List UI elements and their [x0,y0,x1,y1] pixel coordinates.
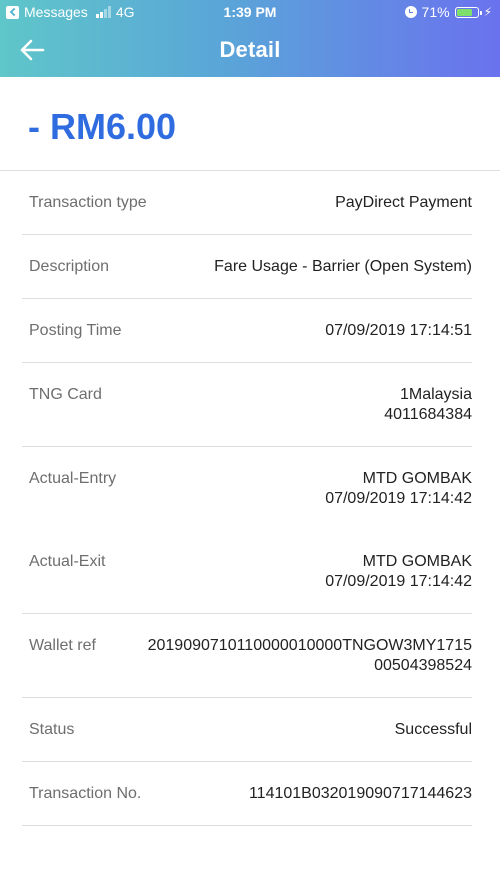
battery-icon [454,6,482,18]
detail-value: PayDirect Payment [335,193,472,213]
detail-value-line: Fare Usage - Barrier (Open System) [214,258,472,275]
detail-row: Transaction No. 114101B032019090717144623 [22,762,472,826]
header-bar: Messages 4G 1:39 PM 71% ⚡ Detail [0,0,500,77]
detail-label: Actual-Exit [29,553,106,570]
navigation-bar: Detail [0,26,500,77]
alarm-icon [404,6,417,18]
detail-list: Transaction type PayDirect Payment Descrip… [0,171,500,826]
detail-value: 07/09/2019 17:14:51 [325,321,472,341]
detail-value-line: 4011684384 [384,406,472,423]
detail-value-line: 1Malaysia [399,386,472,403]
detail-value-line: 07/09/2019 17:14:51 [325,322,472,339]
charging-icon: ⚡ [483,5,492,19]
detail-label: Posting Time [29,322,122,339]
detail-value-line: MTD GOMBAK [362,470,472,487]
detail-label: Status [29,721,75,738]
detail-row: Actual-Entry MTD GOMBAK 07/09/2019 17:14:4… [22,447,472,530]
detail-row: TNG Card 1Malaysia 4011684384 [22,363,472,447]
detail-value-line: 114101B032019090717144623 [248,785,472,802]
detail-value: MTD GOMBAK 07/09/2019 17:14:42 [325,469,472,509]
transaction-amount: - RM6.00 [28,106,177,147]
detail-label: Wallet ref [29,637,96,654]
detail-label: Actual-Entry [29,470,117,487]
detail-value-line: 07/09/2019 17:14:42 [325,490,472,507]
battery-percent: 71% [421,4,450,20]
detail-value-line: 07/09/2019 17:14:42 [325,573,472,590]
detail-value: 1Malaysia 4011684384 [384,385,472,425]
page-title: Detail [219,37,281,62]
detail-row: Actual-Exit MTD GOMBAK 07/09/2019 17:14:42 [22,530,472,614]
detail-value: 114101B032019090717144623 [249,784,472,804]
detail-value-line: PayDirect Payment [335,194,472,211]
detail-value-line: Successful [394,721,472,738]
detail-label: Description [29,258,110,275]
status-bar: Messages 4G 1:39 PM 71% ⚡ [0,0,500,26]
detail-label: Transaction No. [29,785,142,802]
detail-value: Successful [395,720,472,740]
detail-value-line: MTD GOMBAK [362,553,472,570]
detail-row: Posting Time 07/09/2019 17:14:51 [22,299,472,363]
status-right: 71% ⚡ [404,4,492,20]
detail-value: Fare Usage - Barrier (Open System) [214,257,472,277]
detail-value-line: 00504398524 [374,657,472,674]
detail-row: Wallet ref 2019090710110000010000TNGOW3MY… [22,614,472,698]
detail-row: Transaction type PayDirect Payment [22,171,472,235]
detail-label: TNG Card [29,386,102,403]
detail-row: Description Fare Usage - Barrier (Open Sy… [22,235,472,299]
detail-value: MTD GOMBAK 07/09/2019 17:14:42 [325,552,472,592]
detail-value: 2019090710110000010000TNGOW3MY1715 005043… [148,636,472,676]
detail-row: Status Successful [22,698,472,762]
detail-value-line: 2019090710110000010000TNGOW3MY1715 [147,637,472,654]
detail-label: Transaction type [29,194,147,211]
